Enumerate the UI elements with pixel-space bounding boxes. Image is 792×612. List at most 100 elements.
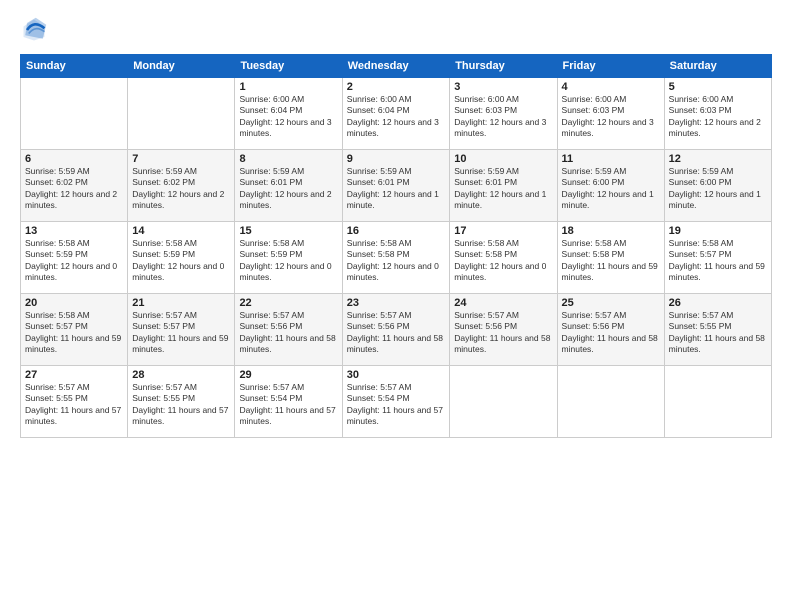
calendar-cell: 11 Sunrise: 5:59 AMSunset: 6:00 PMDaylig… [557,150,664,222]
calendar-cell [21,78,128,150]
calendar-cell: 16 Sunrise: 5:58 AMSunset: 5:58 PMDaylig… [342,222,450,294]
day-info: Sunrise: 5:57 AMSunset: 5:54 PMDaylight:… [347,382,446,428]
day-number: 26 [669,297,767,309]
day-info: Sunrise: 5:58 AMSunset: 5:58 PMDaylight:… [347,238,446,284]
day-info: Sunrise: 5:59 AMSunset: 6:01 PMDaylight:… [347,166,446,212]
day-number: 19 [669,225,767,237]
day-info: Sunrise: 5:59 AMSunset: 6:02 PMDaylight:… [25,166,123,212]
calendar-cell [450,366,557,438]
day-info: Sunrise: 5:57 AMSunset: 5:55 PMDaylight:… [669,310,767,356]
calendar-cell: 8 Sunrise: 5:59 AMSunset: 6:01 PMDayligh… [235,150,342,222]
week-row-4: 20 Sunrise: 5:58 AMSunset: 5:57 PMDaylig… [21,294,772,366]
day-info: Sunrise: 5:59 AMSunset: 6:00 PMDaylight:… [562,166,660,212]
calendar-cell: 30 Sunrise: 5:57 AMSunset: 5:54 PMDaylig… [342,366,450,438]
day-number: 18 [562,225,660,237]
calendar-cell: 21 Sunrise: 5:57 AMSunset: 5:57 PMDaylig… [128,294,235,366]
calendar-cell: 5 Sunrise: 6:00 AMSunset: 6:03 PMDayligh… [664,78,771,150]
calendar-cell: 12 Sunrise: 5:59 AMSunset: 6:00 PMDaylig… [664,150,771,222]
calendar-cell: 22 Sunrise: 5:57 AMSunset: 5:56 PMDaylig… [235,294,342,366]
day-number: 22 [239,297,337,309]
day-info: Sunrise: 5:57 AMSunset: 5:55 PMDaylight:… [132,382,230,428]
day-info: Sunrise: 6:00 AMSunset: 6:04 PMDaylight:… [239,94,337,140]
day-number: 6 [25,153,123,165]
day-info: Sunrise: 6:00 AMSunset: 6:04 PMDaylight:… [347,94,446,140]
day-info: Sunrise: 5:57 AMSunset: 5:57 PMDaylight:… [132,310,230,356]
day-info: Sunrise: 5:59 AMSunset: 6:00 PMDaylight:… [669,166,767,212]
week-row-2: 6 Sunrise: 5:59 AMSunset: 6:02 PMDayligh… [21,150,772,222]
day-number: 23 [347,297,446,309]
day-number: 9 [347,153,446,165]
day-number: 10 [454,153,552,165]
day-info: Sunrise: 5:58 AMSunset: 5:59 PMDaylight:… [25,238,123,284]
day-number: 20 [25,297,123,309]
day-number: 1 [239,81,337,93]
day-number: 3 [454,81,552,93]
day-number: 12 [669,153,767,165]
day-number: 27 [25,369,123,381]
weekday-header-row: SundayMondayTuesdayWednesdayThursdayFrid… [21,55,772,78]
calendar-cell: 9 Sunrise: 5:59 AMSunset: 6:01 PMDayligh… [342,150,450,222]
day-number: 11 [562,153,660,165]
day-number: 2 [347,81,446,93]
calendar-cell: 27 Sunrise: 5:57 AMSunset: 5:55 PMDaylig… [21,366,128,438]
day-number: 25 [562,297,660,309]
day-number: 15 [239,225,337,237]
day-info: Sunrise: 6:00 AMSunset: 6:03 PMDaylight:… [454,94,552,140]
calendar-cell: 13 Sunrise: 5:58 AMSunset: 5:59 PMDaylig… [21,222,128,294]
weekday-header-wednesday: Wednesday [342,55,450,78]
header [20,16,772,44]
calendar-table: SundayMondayTuesdayWednesdayThursdayFrid… [20,54,772,438]
weekday-header-saturday: Saturday [664,55,771,78]
weekday-header-monday: Monday [128,55,235,78]
weekday-header-friday: Friday [557,55,664,78]
day-info: Sunrise: 5:58 AMSunset: 5:57 PMDaylight:… [25,310,123,356]
calendar-cell: 4 Sunrise: 6:00 AMSunset: 6:03 PMDayligh… [557,78,664,150]
calendar-cell: 24 Sunrise: 5:57 AMSunset: 5:56 PMDaylig… [450,294,557,366]
weekday-header-tuesday: Tuesday [235,55,342,78]
page: SundayMondayTuesdayWednesdayThursdayFrid… [0,0,792,612]
calendar-cell [664,366,771,438]
week-row-1: 1 Sunrise: 6:00 AMSunset: 6:04 PMDayligh… [21,78,772,150]
calendar-cell: 7 Sunrise: 5:59 AMSunset: 6:02 PMDayligh… [128,150,235,222]
calendar-cell: 26 Sunrise: 5:57 AMSunset: 5:55 PMDaylig… [664,294,771,366]
day-number: 14 [132,225,230,237]
calendar-cell: 25 Sunrise: 5:57 AMSunset: 5:56 PMDaylig… [557,294,664,366]
day-info: Sunrise: 6:00 AMSunset: 6:03 PMDaylight:… [562,94,660,140]
weekday-header-thursday: Thursday [450,55,557,78]
day-info: Sunrise: 5:59 AMSunset: 6:01 PMDaylight:… [239,166,337,212]
day-info: Sunrise: 5:57 AMSunset: 5:56 PMDaylight:… [454,310,552,356]
day-info: Sunrise: 5:59 AMSunset: 6:02 PMDaylight:… [132,166,230,212]
day-info: Sunrise: 6:00 AMSunset: 6:03 PMDaylight:… [669,94,767,140]
day-number: 17 [454,225,552,237]
calendar-cell: 29 Sunrise: 5:57 AMSunset: 5:54 PMDaylig… [235,366,342,438]
calendar-cell: 10 Sunrise: 5:59 AMSunset: 6:01 PMDaylig… [450,150,557,222]
logo-icon [20,16,48,44]
week-row-5: 27 Sunrise: 5:57 AMSunset: 5:55 PMDaylig… [21,366,772,438]
logo [20,16,52,44]
day-number: 21 [132,297,230,309]
calendar-cell: 3 Sunrise: 6:00 AMSunset: 6:03 PMDayligh… [450,78,557,150]
day-info: Sunrise: 5:57 AMSunset: 5:56 PMDaylight:… [239,310,337,356]
calendar-cell: 20 Sunrise: 5:58 AMSunset: 5:57 PMDaylig… [21,294,128,366]
day-info: Sunrise: 5:57 AMSunset: 5:56 PMDaylight:… [562,310,660,356]
day-number: 29 [239,369,337,381]
calendar-cell: 1 Sunrise: 6:00 AMSunset: 6:04 PMDayligh… [235,78,342,150]
calendar-cell: 23 Sunrise: 5:57 AMSunset: 5:56 PMDaylig… [342,294,450,366]
day-number: 30 [347,369,446,381]
day-number: 13 [25,225,123,237]
day-info: Sunrise: 5:58 AMSunset: 5:58 PMDaylight:… [454,238,552,284]
day-info: Sunrise: 5:58 AMSunset: 5:59 PMDaylight:… [132,238,230,284]
day-number: 4 [562,81,660,93]
day-info: Sunrise: 5:58 AMSunset: 5:58 PMDaylight:… [562,238,660,284]
day-info: Sunrise: 5:57 AMSunset: 5:54 PMDaylight:… [239,382,337,428]
calendar-cell [128,78,235,150]
day-info: Sunrise: 5:58 AMSunset: 5:57 PMDaylight:… [669,238,767,284]
day-number: 8 [239,153,337,165]
day-number: 7 [132,153,230,165]
calendar-cell: 17 Sunrise: 5:58 AMSunset: 5:58 PMDaylig… [450,222,557,294]
calendar-cell: 6 Sunrise: 5:59 AMSunset: 6:02 PMDayligh… [21,150,128,222]
calendar-cell: 2 Sunrise: 6:00 AMSunset: 6:04 PMDayligh… [342,78,450,150]
week-row-3: 13 Sunrise: 5:58 AMSunset: 5:59 PMDaylig… [21,222,772,294]
calendar-cell: 14 Sunrise: 5:58 AMSunset: 5:59 PMDaylig… [128,222,235,294]
day-number: 28 [132,369,230,381]
